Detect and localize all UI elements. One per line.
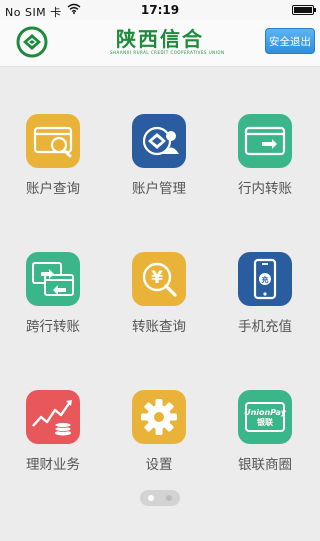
status-bar: No SIM 卡 17:19: [0, 0, 320, 20]
brand-name: 陕西信合: [116, 27, 204, 51]
tile-account-manage[interactable]: 账户管理: [106, 114, 212, 214]
tile-label: 手机充值: [238, 319, 292, 335]
clock: 17:19: [140, 3, 180, 17]
tile-wealth-management[interactable]: 理财业务: [0, 390, 106, 490]
tile-account-query[interactable]: 账户查询: [0, 114, 106, 214]
page-dot-active: [148, 495, 154, 501]
wealth-growth-icon: [26, 390, 80, 444]
battery-icon: [292, 5, 316, 15]
logout-button[interactable]: 安全退出: [265, 28, 315, 54]
account-manage-icon: [132, 114, 186, 168]
card-transfer-icon: [238, 114, 292, 168]
brand-subtitle: SHAANXI RURAL CREDIT COOPERATIVES UNION: [110, 50, 225, 55]
tile-label: 转账查询: [132, 319, 186, 335]
tile-label: 行内转账: [238, 181, 292, 197]
yen-symbol: ¥: [151, 268, 163, 288]
tile-label: 理财业务: [26, 457, 80, 473]
card-search-icon: [26, 114, 80, 168]
phone-topup-icon: 充: [238, 252, 292, 306]
rural-credit-logo-icon: [16, 26, 48, 58]
tile-settings[interactable]: 设置: [106, 390, 212, 490]
brand-logo: 陕西信合 SHAANXI RURAL CREDIT COOPERATIVES U…: [110, 27, 225, 56]
tile-transfer-query[interactable]: ¥ 转账查询: [106, 252, 212, 352]
unionpay-cn-text: 银联: [256, 417, 273, 427]
topup-glyph: 充: [262, 275, 269, 284]
app-header: 陕西信合 SHAANXI RURAL CREDIT COOPERATIVES U…: [0, 20, 320, 67]
transfer-query-icon: ¥: [132, 252, 186, 306]
unionpay-icon: UnionPay 银联: [238, 390, 292, 444]
tile-label: 账户查询: [26, 181, 80, 197]
tile-label: 银联商圈: [238, 457, 292, 473]
tile-label: 跨行转账: [26, 319, 80, 335]
unionpay-text: UnionPay: [244, 408, 287, 417]
tile-label: 账户管理: [132, 181, 186, 197]
tile-label: 设置: [145, 457, 173, 473]
tile-unionpay-merchants[interactable]: UnionPay 银联 银联商圈: [212, 390, 318, 490]
tile-interbank-transfer[interactable]: 跨行转账: [0, 252, 106, 352]
gear-icon: [132, 390, 186, 444]
page-indicator[interactable]: [140, 490, 180, 506]
tile-intra-bank-transfer[interactable]: 行内转账: [212, 114, 318, 214]
interbank-transfer-icon: [26, 252, 80, 306]
page-dot: [166, 495, 172, 501]
tile-phone-topup[interactable]: 充 手机充值: [212, 252, 318, 352]
